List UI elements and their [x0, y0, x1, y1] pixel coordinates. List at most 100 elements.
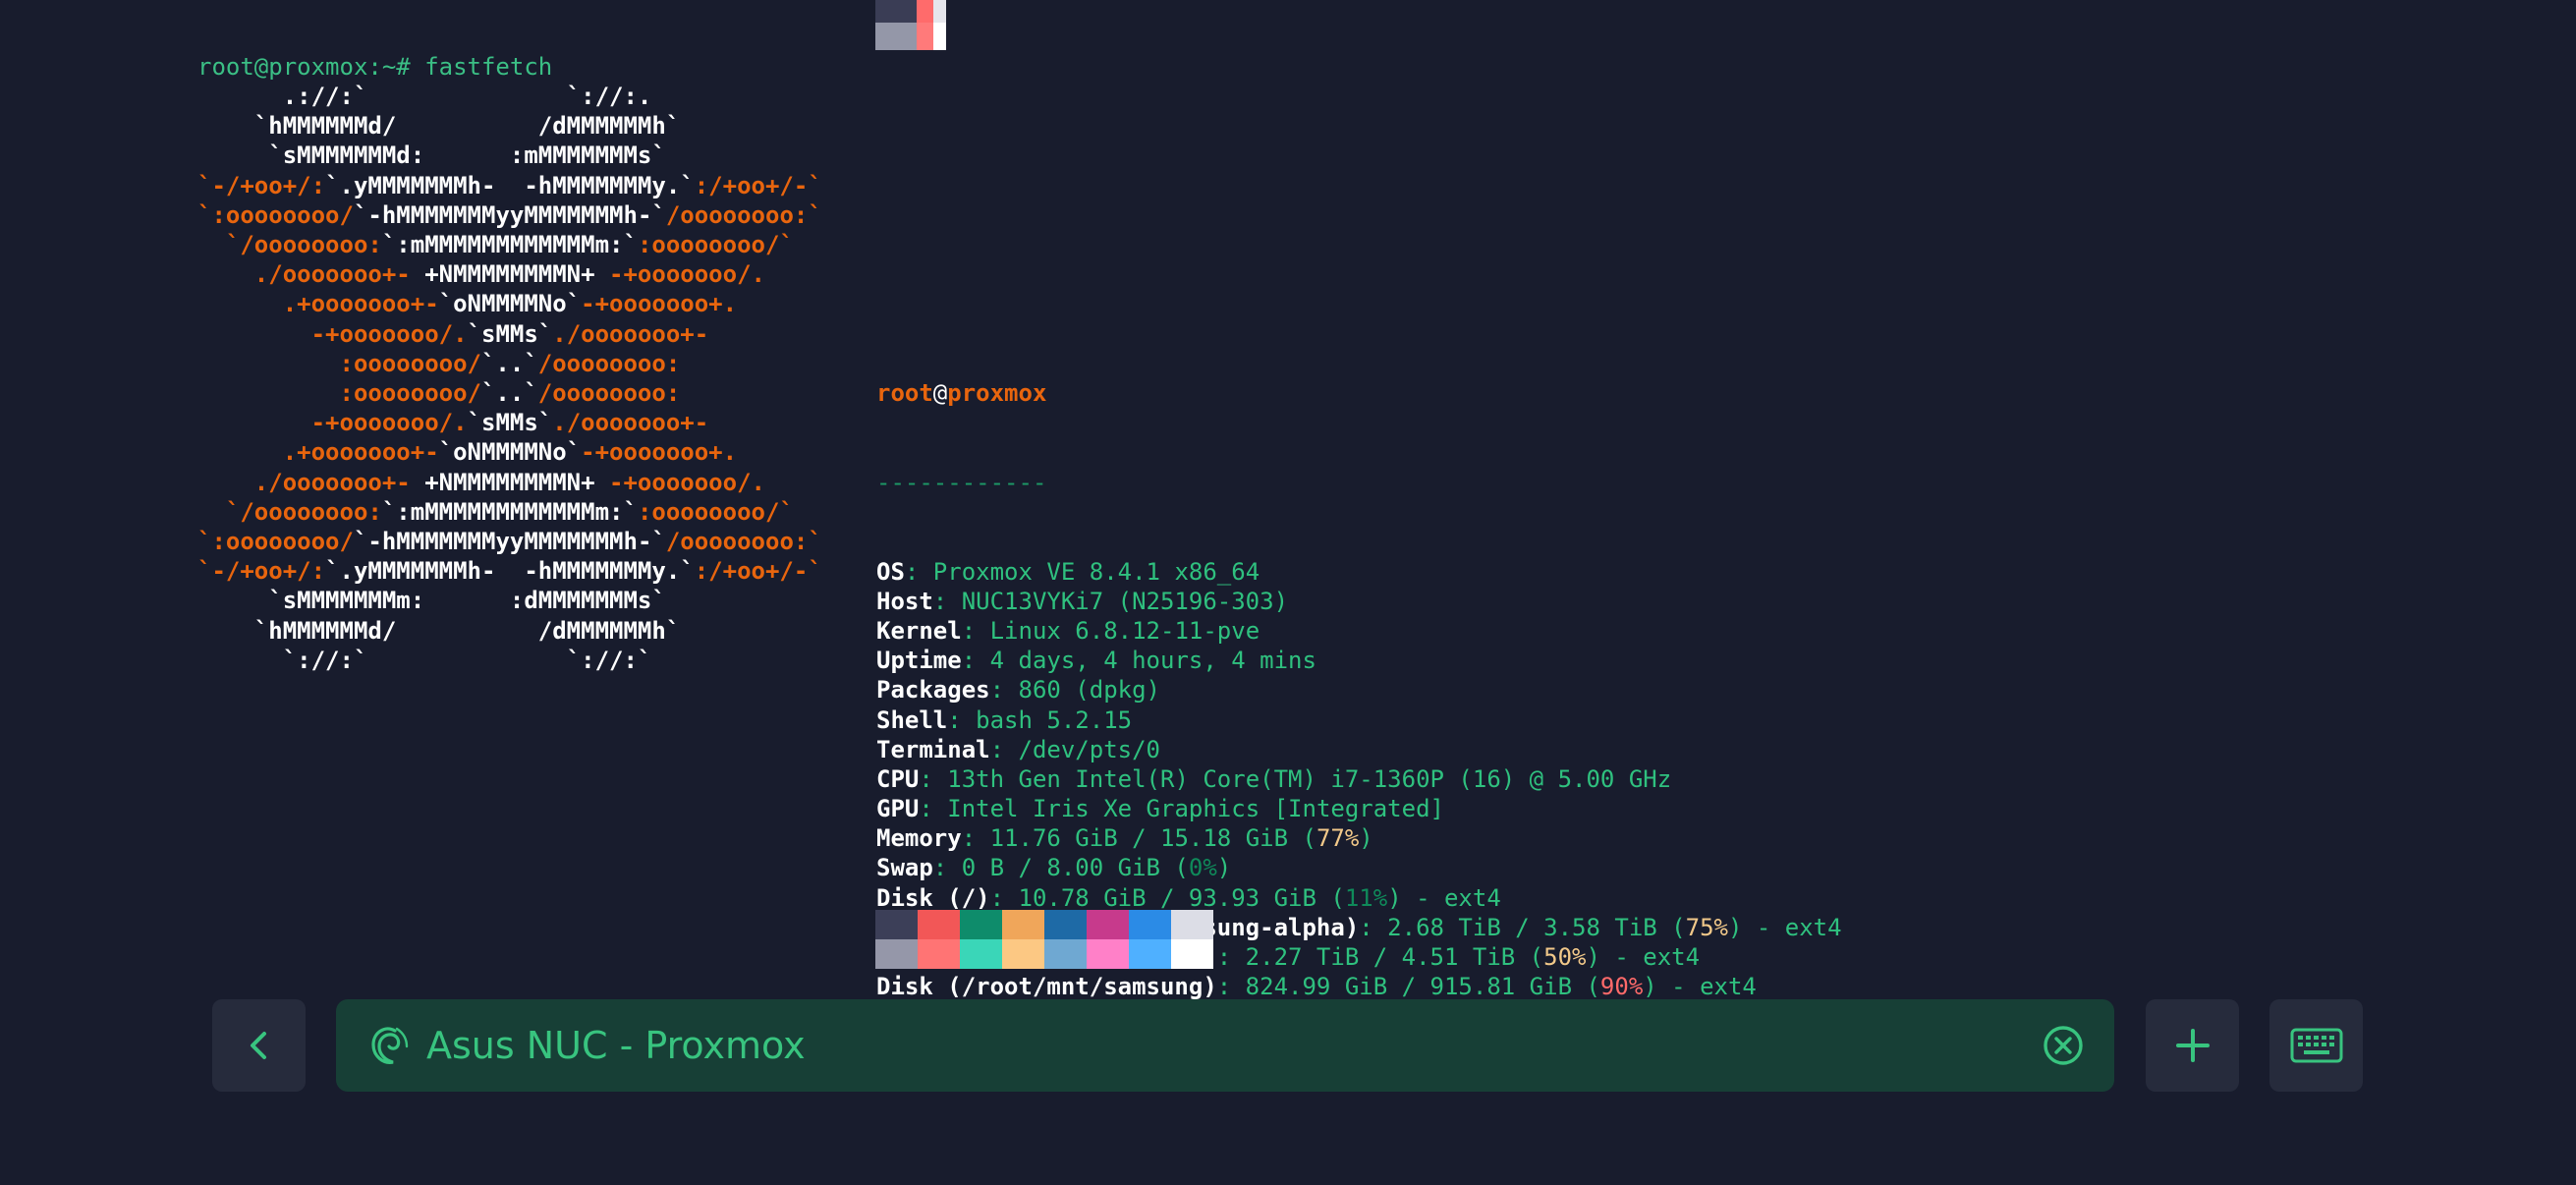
logo-line: :oooooooo/`..`/oooooooo: [197, 379, 681, 408]
info-value: : Proxmox VE 8.4.1 x86_64 [904, 557, 1260, 586]
logo-line: ./ooooooo+- +NMMMMMMMMN+ -+ooooooo/. [197, 468, 765, 496]
info-value: : 824.99 GiB / 915.81 GiB ( [1216, 973, 1600, 1001]
info-row: Host: NUC13VYKi7 (N25196-303) [876, 587, 1842, 616]
color-palette-partial [875, 0, 946, 50]
logo-line: `-/+oo+/:`.yMMMMMMMh- -hMMMMMMMy.`:/+oo+… [197, 557, 822, 586]
info-row: Terminal: /dev/pts/0 [876, 735, 1842, 764]
info-value: : Intel Iris Xe Graphics [Integrated] [919, 795, 1444, 823]
info-value: ) - ext4 [1727, 913, 1842, 941]
palette-swatch [1171, 910, 1213, 939]
palette-swatch [918, 939, 960, 969]
info-value: : NUC13VYKi7 (N25196-303) [932, 587, 1289, 615]
info-value: : 10.78 GiB / 93.93 GiB ( [989, 883, 1345, 912]
palette-swatch [1087, 939, 1129, 969]
system-info: root@proxmox ------------ OS: Proxmox VE… [876, 319, 1842, 1091]
session-title: Asus NUC - Proxmox [426, 1024, 806, 1067]
info-row: Uptime: 4 days, 4 hours, 4 mins [876, 646, 1842, 675]
session-tab[interactable]: Asus NUC - Proxmox [336, 999, 2114, 1092]
logo-line: `/oooooooo:`:mMMMMMMMMMMMMm:`:oooooooo/` [197, 231, 794, 259]
info-value: : 860 (dpkg) [989, 676, 1160, 705]
info-value: 11% [1344, 883, 1388, 912]
info-value: ) - ext4 [1643, 973, 1757, 1001]
ascii-logo: .://:` `://:. `hMMMMMMd/ /dMMMMMMh` `sMM… [197, 82, 822, 675]
palette-swatch [1087, 910, 1129, 939]
palette-swatch [875, 0, 917, 23]
info-row: Memory: 11.76 GiB / 15.18 GiB (77%) [876, 823, 1842, 853]
info-key: Packages [876, 676, 990, 705]
palette-swatch [1044, 910, 1087, 939]
info-value: : 2.27 TiB / 4.51 TiB ( [1216, 943, 1544, 972]
palette-swatch [875, 23, 917, 50]
back-button[interactable] [212, 999, 306, 1092]
logo-line: `sMMMMMMMd: :mMMMMMMMs` [197, 141, 666, 170]
palette-swatch [960, 910, 1002, 939]
info-value: 0% [1188, 854, 1217, 882]
palette-swatch [1002, 939, 1044, 969]
palette-swatch [917, 23, 933, 50]
palette-swatch [1002, 910, 1044, 939]
info-key: Terminal [876, 735, 990, 763]
info-row: Kernel: Linux 6.8.12-11-pve [876, 616, 1842, 646]
plus-icon [2175, 1029, 2210, 1062]
keyboard-icon [2290, 1028, 2342, 1063]
info-key: GPU [876, 795, 920, 823]
add-session-button[interactable] [2146, 999, 2239, 1092]
color-palette [875, 910, 1213, 969]
debian-icon [367, 1021, 411, 1070]
palette-swatch [1171, 939, 1213, 969]
logo-line: `sMMMMMMMm: :dMMMMMMMs` [197, 587, 666, 615]
command-prompt: root@proxmox:~# fastfetch [197, 53, 553, 81]
logo-line: .+ooooooo+-`oNMMMMNo`-+ooooooo+. [197, 438, 738, 467]
info-key: Disk (/) [876, 883, 990, 912]
info-value: : 2.68 TiB / 3.58 TiB ( [1359, 913, 1686, 941]
info-value: ) - ext4 [1586, 943, 1701, 972]
info-value: 77% [1316, 824, 1360, 853]
info-value: 90% [1599, 973, 1644, 1001]
info-key: Uptime [876, 647, 962, 675]
logo-line: .+ooooooo+-`oNMMMMNo`-+ooooooo+. [197, 290, 738, 318]
info-value: : bash 5.2.15 [947, 705, 1133, 734]
info-row: Disk (/): 10.78 GiB / 93.93 GiB (11%) - … [876, 883, 1842, 913]
info-value: ) [1216, 854, 1232, 882]
info-row: Swap: 0 B / 8.00 GiB (0%) [876, 853, 1842, 882]
info-value: : 11.76 GiB / 15.18 GiB ( [961, 824, 1316, 853]
logo-line: .://:` `://:. [197, 83, 652, 110]
info-value: 50% [1543, 943, 1587, 972]
info-key: Shell [876, 705, 948, 734]
user-host-title: root@proxmox [876, 379, 1047, 408]
palette-swatch [933, 0, 946, 23]
title-separator: ------------ [876, 469, 1047, 496]
info-value: ) - ext4 [1387, 883, 1501, 912]
info-row: Disk (/root/mnt/samsung): 824.99 GiB / 9… [876, 972, 1842, 1001]
info-value: ) [1359, 824, 1373, 853]
info-value: : 13th Gen Intel(R) Core(TM) i7-1360P (1… [919, 764, 1672, 793]
palette-swatch [933, 23, 946, 50]
palette-swatch [917, 0, 933, 23]
info-key: Memory [876, 824, 962, 853]
info-key: CPU [876, 764, 920, 793]
keyboard-button[interactable] [2269, 999, 2363, 1092]
logo-line: `/oooooooo:`:mMMMMMMMMMMMMm:`:oooooooo/` [197, 497, 794, 526]
info-value: 75% [1685, 913, 1728, 941]
info-key: OS [876, 557, 905, 586]
chevron-left-icon [250, 1032, 266, 1059]
close-circle-icon[interactable] [2042, 1024, 2085, 1067]
info-row: Shell: bash 5.2.15 [876, 705, 1842, 735]
logo-line: `-/+oo+/:`.yMMMMMMMh- -hMMMMMMMy.`:/+oo+… [197, 171, 822, 199]
info-key: Kernel [876, 616, 962, 645]
palette-swatch [918, 910, 960, 939]
info-row: CPU: 13th Gen Intel(R) Core(TM) i7-1360P… [876, 764, 1842, 794]
logo-line: `hMMMMMMd/ /dMMMMMMh` [197, 616, 681, 645]
palette-swatch [875, 910, 918, 939]
info-row: GPU: Intel Iris Xe Graphics [Integrated] [876, 794, 1842, 823]
palette-swatch [1129, 939, 1171, 969]
info-row: OS: Proxmox VE 8.4.1 x86_64 [876, 557, 1842, 587]
palette-swatch [875, 939, 918, 969]
info-key: Host [876, 587, 933, 615]
logo-line: `hMMMMMMd/ /dMMMMMMh` [197, 112, 681, 141]
info-value: : Linux 6.8.12-11-pve [961, 616, 1260, 645]
palette-swatch [960, 939, 1002, 969]
logo-line: -+ooooooo/.`sMMs`./ooooooo+- [197, 409, 709, 437]
logo-line: `:oooooooo/`-hMMMMMMMyyMMMMMMMh-`/oooooo… [197, 200, 822, 229]
logo-line: `://:` `://:` [197, 646, 652, 674]
